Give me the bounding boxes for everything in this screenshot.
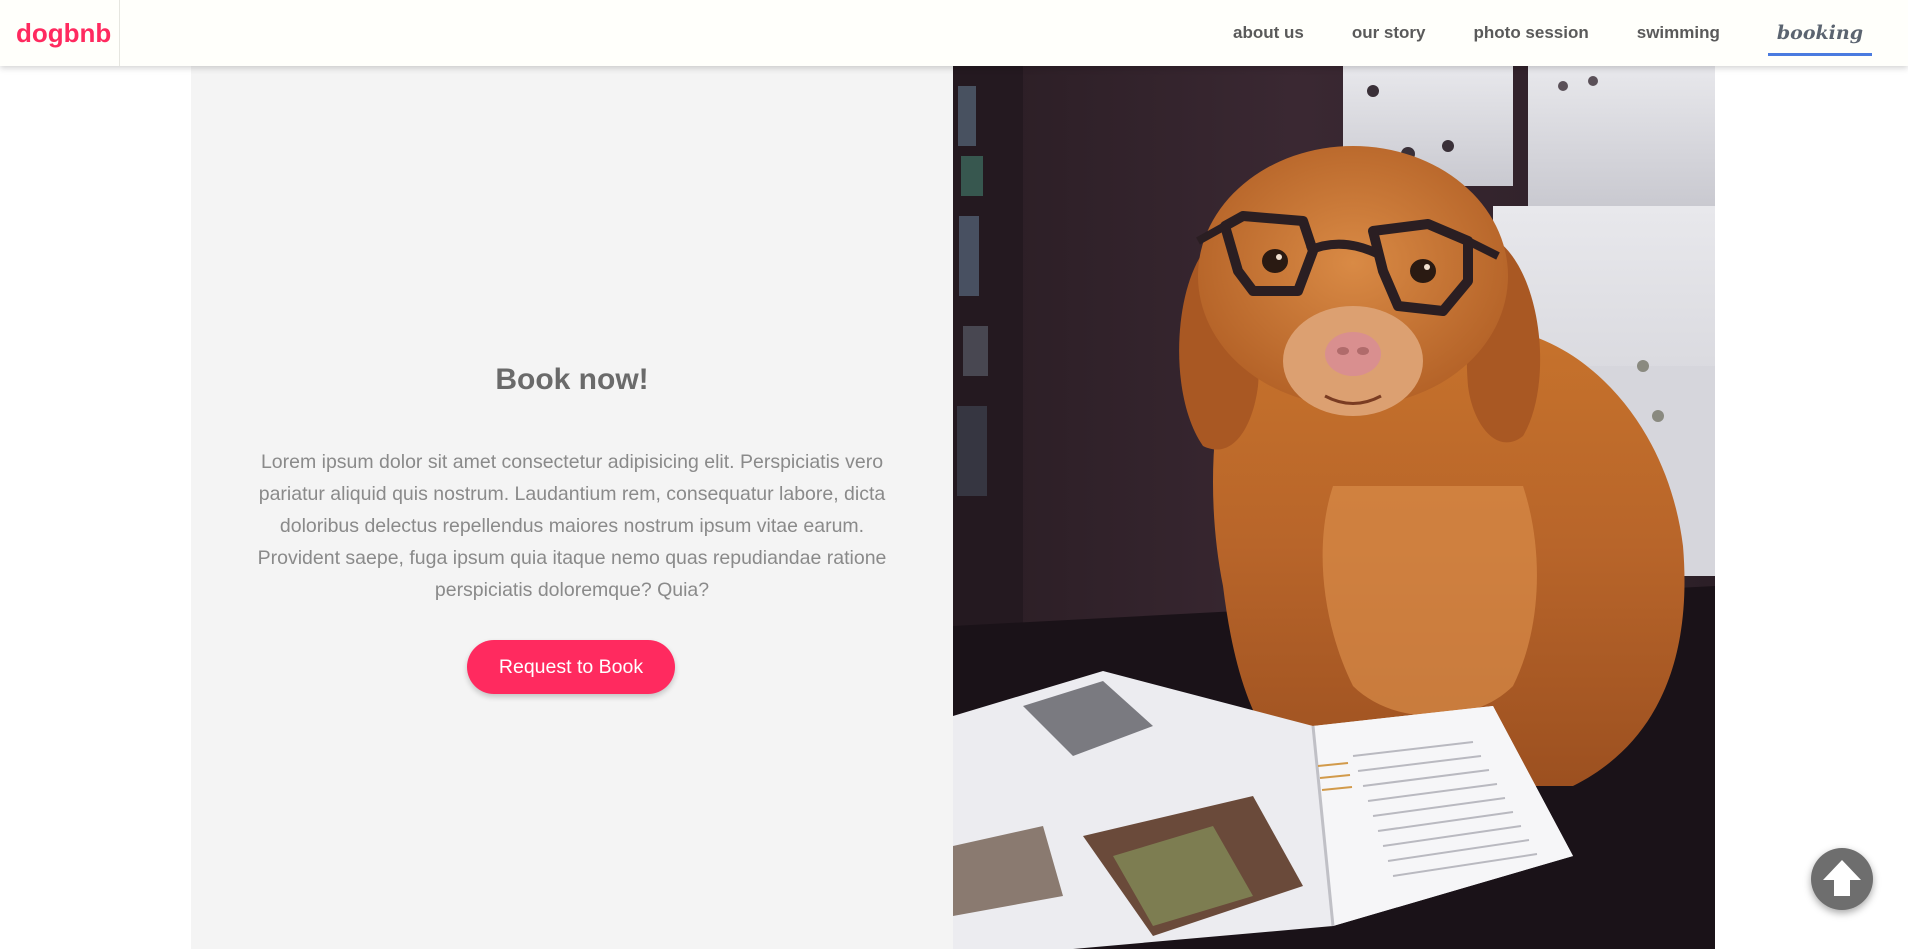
nav-item-our-story[interactable]: our story	[1352, 23, 1426, 43]
navbar: dogbnb about us our story photo session …	[0, 0, 1908, 66]
brand-logo[interactable]: dogbnb	[16, 0, 121, 66]
booking-heading: Book now!	[495, 363, 649, 396]
nav-item-photo-session[interactable]: photo session	[1474, 23, 1589, 43]
scroll-to-top-button[interactable]	[1811, 848, 1873, 910]
booking-description: Lorem ipsum dolor sit amet consectetur a…	[257, 451, 887, 601]
nav-links: about us our story photo session swimmin…	[1233, 0, 1908, 66]
request-to-book-button[interactable]: Request to Book	[467, 640, 675, 694]
dog-photo-illustration	[953, 66, 1715, 949]
nav-item-about-us[interactable]: about us	[1233, 23, 1304, 43]
nav-item-swimming[interactable]: swimming	[1637, 23, 1720, 43]
dog-photo	[953, 66, 1715, 949]
arrow-up-icon	[1823, 860, 1861, 896]
booking-text-panel: Book now! Lorem ipsum dolor sit amet con…	[191, 66, 953, 949]
brand-name[interactable]: dogbnb	[16, 0, 111, 66]
nav-item-booking[interactable]: booking	[1767, 22, 1873, 56]
